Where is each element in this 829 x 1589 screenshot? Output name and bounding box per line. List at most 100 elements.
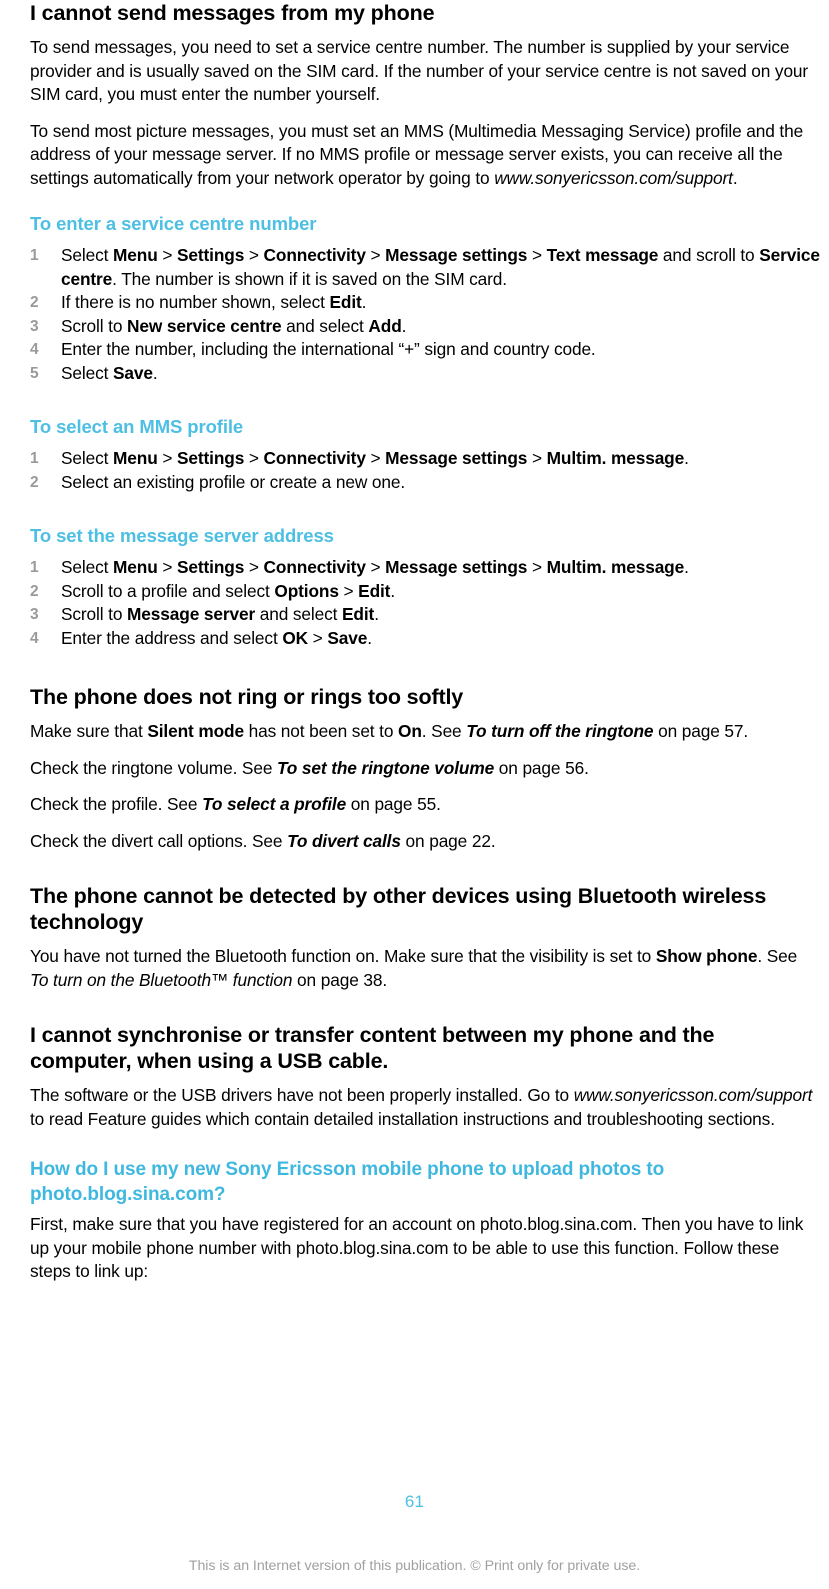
text-run: has not been set to xyxy=(243,721,399,741)
footer-disclaimer: This is an Internet version of this publ… xyxy=(188,1558,641,1574)
text-run: Select xyxy=(61,557,113,577)
text-run: Check the profile. See xyxy=(30,794,203,814)
heading-sina-blog-upload: How do I use my new Sony Ericsson mobile… xyxy=(30,1159,665,1205)
ui-path-token: Multim. message xyxy=(546,557,685,577)
paragraph-divert-calls: Check the divert call options. See To di… xyxy=(30,830,820,854)
ui-path-token: OK xyxy=(282,627,308,648)
ui-path-token: Multim. message xyxy=(546,448,685,468)
cross-reference: To turn on the Bluetooth™ function xyxy=(30,969,293,990)
ui-path-token: Options xyxy=(274,580,339,601)
text-run: . xyxy=(684,557,689,577)
paragraph-usb-drivers: The software or the USB drivers have not… xyxy=(30,1084,820,1131)
cross-reference: To turn off the ringtone xyxy=(466,721,654,741)
ui-path-token: Silent mode xyxy=(147,721,244,741)
text-run: Make sure that xyxy=(30,721,148,741)
text-run: and select xyxy=(281,315,369,336)
ui-path-token: Connectivity xyxy=(263,448,366,468)
text-run: . The number is shown if it is saved on … xyxy=(112,268,507,289)
text-run: . xyxy=(684,448,689,468)
path-separator: > xyxy=(365,557,386,577)
ui-path-token: Menu xyxy=(113,245,158,265)
ui-path-token: Connectivity xyxy=(263,245,366,265)
text-run: . xyxy=(732,167,738,188)
paragraph-send-messages-2: To send most picture messages, you must … xyxy=(30,120,820,191)
path-separator: > xyxy=(157,448,177,468)
list-item: Scroll to Message server and select Edit… xyxy=(30,603,820,627)
text-run: You have not turned the Bluetooth functi… xyxy=(30,946,656,966)
text-run: Enter the address and select xyxy=(61,627,283,648)
steps-service-centre: Select Menu > Settings > Connectivity > … xyxy=(30,244,820,385)
list-item: Enter the number, including the internat… xyxy=(30,338,820,362)
text-run: If there is no number shown, select xyxy=(61,292,330,312)
text-run: . xyxy=(374,604,379,624)
text-run: Check the divert call options. See xyxy=(30,830,288,851)
path-separator: > xyxy=(338,580,359,601)
cross-reference: To divert calls xyxy=(287,830,401,851)
ui-path-token: Edit xyxy=(358,580,391,601)
list-item: Select Menu > Settings > Connectivity > … xyxy=(30,244,820,291)
text-run: Scroll to xyxy=(61,604,128,624)
heading-to-enter-service-centre-number: To enter a service centre number xyxy=(30,213,317,234)
text-run: and scroll to xyxy=(658,245,760,265)
text-run: Scroll to a profile and select xyxy=(61,580,275,601)
path-separator: > xyxy=(527,557,547,577)
heading-bluetooth-not-detected: The phone cannot be detected by other de… xyxy=(30,884,767,934)
list-item: Scroll to a profile and select Options >… xyxy=(30,580,820,604)
text-run: Select an existing profile or create a n… xyxy=(61,471,406,492)
list-item: Select Save. xyxy=(30,362,820,386)
text-run: Enter the number, including the internat… xyxy=(61,339,596,359)
text-run: . xyxy=(152,362,158,383)
ui-path-token: Save xyxy=(113,362,153,383)
text-run: on page 55. xyxy=(346,794,441,814)
paragraph-silent-mode: Make sure that Silent mode has not been … xyxy=(30,720,820,744)
heading-to-select-mms-profile: To select an MMS profile xyxy=(30,416,244,437)
path-separator: > xyxy=(244,245,264,265)
paragraph-check-profile: Check the profile. See To select a profi… xyxy=(30,793,820,817)
steps-message-server: Select Menu > Settings > Connectivity > … xyxy=(30,556,820,650)
heading-send-messages: I cannot send messages from my phone xyxy=(30,1,435,25)
ui-path-token: Text message xyxy=(546,245,659,265)
text-run: Select xyxy=(61,362,113,383)
ui-path-token: Show phone xyxy=(655,946,758,966)
path-separator: > xyxy=(365,448,386,468)
text-run: . xyxy=(367,627,372,648)
text-run: The software or the USB drivers have not… xyxy=(30,1085,574,1105)
list-item: Select an existing profile or create a n… xyxy=(30,471,820,495)
list-item: Select Menu > Settings > Connectivity > … xyxy=(30,556,820,580)
ui-path-token: Menu xyxy=(113,448,158,468)
paragraph-bluetooth-visibility: You have not turned the Bluetooth functi… xyxy=(30,945,820,992)
ui-path-token: Message server xyxy=(127,604,256,624)
ui-path-token: On xyxy=(398,721,422,741)
text-run: . xyxy=(401,315,407,336)
list-item: Enter the address and select OK > Save. xyxy=(30,627,820,651)
list-item: Scroll to New service centre and select … xyxy=(30,315,820,339)
path-separator: > xyxy=(244,557,264,577)
paragraph-sina-blog: First, make sure that you have registere… xyxy=(30,1214,804,1281)
text-run: . See xyxy=(757,946,798,966)
paragraph-send-messages-1: To send messages, you need to set a serv… xyxy=(30,37,809,104)
text-run: to read Feature guides which contain det… xyxy=(30,1108,775,1129)
ui-path-token: Message settings xyxy=(385,557,528,577)
cross-reference: To select a profile xyxy=(202,794,347,814)
ui-path-token: Edit xyxy=(329,292,362,312)
list-item: Select Menu > Settings > Connectivity > … xyxy=(30,447,820,471)
path-separator: > xyxy=(527,245,547,265)
link-sonyericsson-support: www.sonyericsson.com/support xyxy=(573,1085,813,1105)
text-run: . See xyxy=(421,721,467,741)
text-run: on page 57. xyxy=(653,721,749,741)
path-separator: > xyxy=(157,245,177,265)
text-run: Select xyxy=(61,245,113,265)
text-run: Select xyxy=(61,448,113,468)
text-run: on page 56. xyxy=(494,757,589,778)
page-number: 61 xyxy=(404,1492,425,1511)
ui-path-token: Message settings xyxy=(385,448,528,468)
